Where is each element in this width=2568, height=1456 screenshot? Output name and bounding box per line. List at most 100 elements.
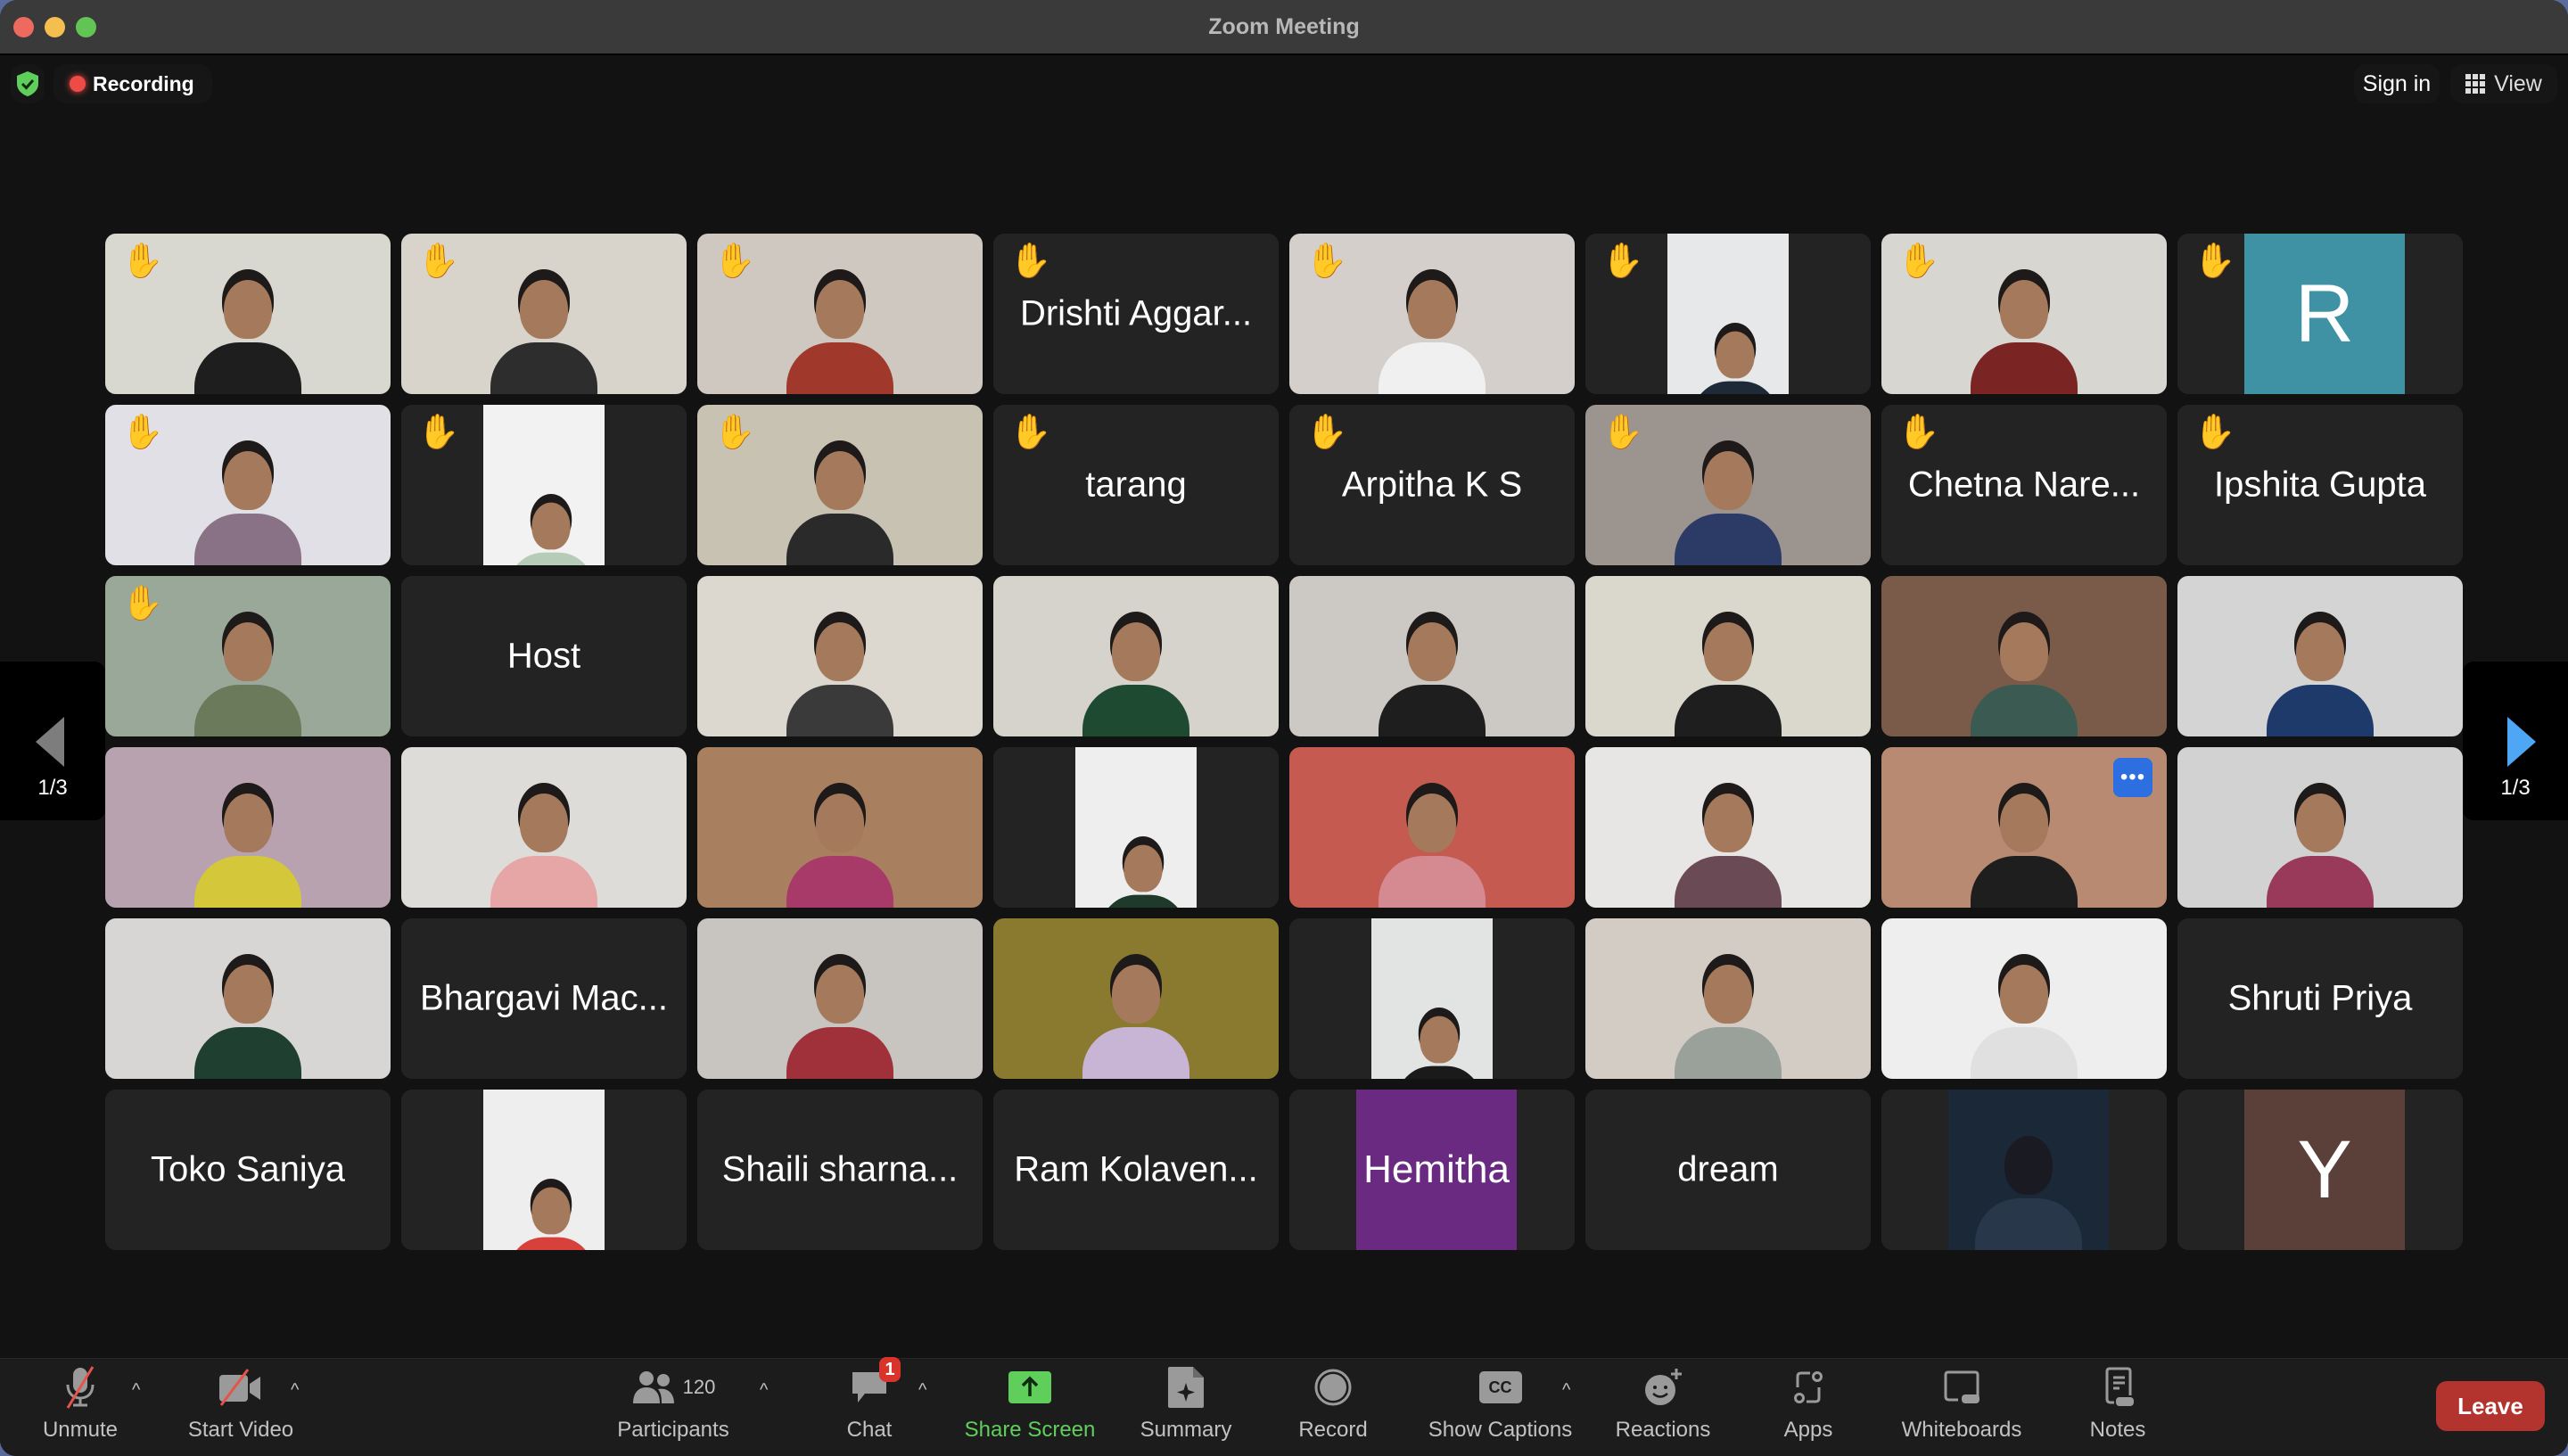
raised-hand-icon: ✋ <box>417 243 460 280</box>
microphone-muted-icon <box>66 1366 95 1409</box>
participant-tile[interactable] <box>1289 918 1575 1079</box>
participant-tile[interactable]: ••• <box>1881 747 2167 908</box>
gallery-grid: ✋ ✋ ✋ Drishti Aggar... ✋ ✋ ✋ ✋ R ✋ ✋ ✋ ✋ tarang ✋ Arpit… <box>105 234 2463 1250</box>
video-feed <box>483 1090 605 1250</box>
participant-tile[interactable] <box>697 747 983 908</box>
participant-tile[interactable]: Toko Saniya <box>105 1090 391 1250</box>
participant-tile[interactable]: ✋ <box>697 405 983 565</box>
video-feed <box>1371 918 1493 1079</box>
grid-view-icon <box>2465 74 2486 94</box>
participant-figure <box>486 774 602 908</box>
participant-figure <box>190 774 306 908</box>
notes-icon <box>2105 1367 2134 1406</box>
participant-tile[interactable] <box>697 576 983 736</box>
participant-tile[interactable] <box>401 747 687 908</box>
participant-tile[interactable] <box>1881 918 2167 1079</box>
participants-button[interactable]: 120 Participants <box>606 1359 740 1456</box>
participant-tile[interactable]: ✋ <box>1585 234 1871 394</box>
unmute-button[interactable]: Unmute <box>36 1359 125 1456</box>
sign-in-button[interactable]: Sign in <box>2354 64 2440 103</box>
participant-tile[interactable]: Chetna Nare... ✋ <box>1881 405 2167 565</box>
video-feed <box>697 918 983 1079</box>
participants-options-caret[interactable]: ^ <box>760 1380 768 1401</box>
participant-tile[interactable] <box>2177 747 2463 908</box>
participant-tile[interactable]: Bhargavi Mac... <box>401 918 687 1079</box>
apps-button[interactable]: Apps <box>1764 1359 1853 1456</box>
participant-tile[interactable]: ✋ <box>105 576 391 736</box>
reactions-button[interactable]: Reactions <box>1609 1359 1716 1456</box>
chat-options-caret[interactable]: ^ <box>918 1380 926 1401</box>
participant-tile[interactable]: ✋ <box>401 405 687 565</box>
participant-tile[interactable] <box>993 918 1279 1079</box>
participant-figure <box>1670 432 1786 565</box>
participant-tile[interactable]: Y <box>2177 1090 2463 1250</box>
participant-tile[interactable]: dream <box>1585 1090 1871 1250</box>
participant-tile[interactable] <box>1289 576 1575 736</box>
raised-hand-icon: ✋ <box>2194 243 2236 280</box>
participant-tile[interactable]: tarang ✋ <box>993 405 1279 565</box>
participant-tile[interactable]: Shruti Priya <box>2177 918 2463 1079</box>
video-feed <box>1667 234 1789 394</box>
show-captions-button[interactable]: CC Show Captions <box>1422 1359 1578 1456</box>
participant-tile-active-speaker[interactable] <box>1585 747 1871 908</box>
video-feed <box>2177 576 2463 736</box>
share-screen-button[interactable]: Share Screen <box>959 1359 1101 1456</box>
audio-options-caret[interactable]: ^ <box>132 1380 140 1401</box>
reactions-smiley-icon <box>1645 1369 1682 1405</box>
participant-figure <box>1966 945 2082 1079</box>
summary-button[interactable]: Summary <box>1132 1359 1239 1456</box>
apps-icon <box>1794 1371 1823 1403</box>
participant-name: Arpitha K S <box>1341 465 1523 505</box>
raised-hand-icon: ✋ <box>1009 414 1052 451</box>
video-feed <box>1585 576 1871 736</box>
participant-tile[interactable] <box>993 747 1279 908</box>
participant-tile[interactable] <box>993 576 1279 736</box>
participant-tile[interactable]: ✋ <box>697 234 983 394</box>
participant-tile[interactable]: ✋ <box>1585 405 1871 565</box>
participant-tile[interactable]: Hemitha <box>1289 1090 1575 1250</box>
participant-figure <box>2262 603 2378 736</box>
participants-icon <box>632 1371 674 1403</box>
next-page-button[interactable]: 1/3 <box>2463 662 2568 820</box>
leave-button[interactable]: Leave <box>2436 1381 2545 1431</box>
previous-page-button[interactable]: 1/3 <box>0 662 105 820</box>
participant-tile[interactable]: Ram Kolaven... <box>993 1090 1279 1250</box>
participant-figure <box>1078 603 1194 736</box>
participant-tile[interactable]: ✋ <box>105 405 391 565</box>
start-video-button[interactable]: Start Video <box>178 1359 303 1456</box>
participant-figure <box>190 432 306 565</box>
participant-tile[interactable]: Ipshita Gupta ✋ <box>2177 405 2463 565</box>
notes-button[interactable]: Notes <box>2073 1359 2162 1456</box>
participant-tile[interactable] <box>105 918 391 1079</box>
participant-tile[interactable]: Host <box>401 576 687 736</box>
participant-tile[interactable]: ✋ <box>105 234 391 394</box>
participant-tile[interactable] <box>2177 576 2463 736</box>
participant-tile[interactable] <box>1881 1090 2167 1250</box>
record-button[interactable]: Record <box>1284 1359 1382 1456</box>
security-indicator[interactable] <box>11 64 45 103</box>
recording-indicator[interactable]: Recording <box>54 64 212 103</box>
participant-tile[interactable]: R ✋ <box>2177 234 2463 394</box>
captions-options-caret[interactable]: ^ <box>1562 1380 1570 1401</box>
participant-tile[interactable]: ✋ <box>401 234 687 394</box>
participant-tile[interactable] <box>1585 576 1871 736</box>
whiteboards-button[interactable]: Whiteboards <box>1890 1359 2033 1456</box>
participant-figure <box>505 1172 594 1250</box>
participant-tile[interactable]: Drishti Aggar... ✋ <box>993 234 1279 394</box>
view-button[interactable]: View <box>2450 64 2557 103</box>
share-screen-label: Share Screen <box>964 1418 1096 1442</box>
participant-tile[interactable]: Shaili sharna... <box>697 1090 983 1250</box>
participant-tile[interactable]: ✋ <box>1881 234 2167 394</box>
video-options-caret[interactable]: ^ <box>291 1380 299 1401</box>
participant-tile[interactable] <box>1585 918 1871 1079</box>
participant-tile[interactable] <box>105 747 391 908</box>
participant-tile[interactable] <box>697 918 983 1079</box>
participant-tile[interactable] <box>401 1090 687 1250</box>
video-feed <box>993 576 1279 736</box>
participant-tile[interactable]: ✋ <box>1289 234 1575 394</box>
participant-tile[interactable] <box>1289 747 1575 908</box>
participant-tile[interactable]: Arpitha K S ✋ <box>1289 405 1575 565</box>
participant-tile[interactable] <box>1881 576 2167 736</box>
more-options-button[interactable]: ••• <box>2113 758 2152 797</box>
chat-button[interactable]: 1 Chat <box>825 1357 914 1456</box>
